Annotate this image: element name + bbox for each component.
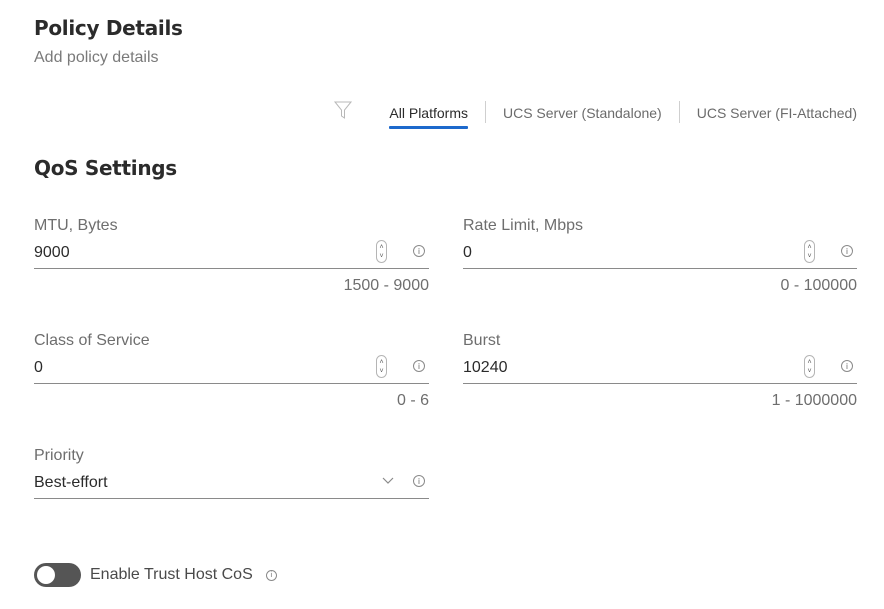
filter-icon[interactable] [332, 99, 354, 121]
info-glyph: i [417, 476, 421, 486]
burst-stepper[interactable]: ˄ ˅ [804, 355, 815, 378]
stepper-down-icon[interactable]: ˅ [379, 252, 383, 261]
trust-host-cos-toggle[interactable] [34, 563, 81, 587]
stepper-down-icon[interactable]: ˅ [807, 252, 811, 261]
info-icon[interactable]: i [413, 360, 425, 372]
stepper-up-icon[interactable]: ˄ [807, 243, 811, 252]
burst-range: 1 - 1000000 [771, 392, 857, 409]
section-title: QoS Settings [34, 156, 177, 180]
class-of-service-field: Class of Service ˄ ˅ i 0 - 6 [34, 331, 429, 410]
stepper-down-icon[interactable]: ˅ [807, 367, 811, 376]
mtu-field: MTU, Bytes ˄ ˅ i 1500 - 9000 [34, 216, 429, 295]
tab-divider [678, 101, 680, 123]
stepper-up-icon[interactable]: ˄ [379, 358, 383, 367]
burst-field: Burst ˄ ˅ i 1 - 1000000 [463, 331, 857, 410]
info-icon[interactable]: i [265, 569, 277, 581]
tab-divider [484, 101, 486, 123]
info-glyph: i [845, 361, 849, 371]
trust-host-cos-row: Enable Trust Host CoS i [34, 563, 277, 587]
tab-ucs-server-fi-attached[interactable]: UCS Server (FI-Attached) [697, 99, 857, 129]
class-of-service-range: 0 - 6 [396, 392, 429, 409]
info-icon[interactable]: i [413, 245, 425, 257]
class-of-service-input[interactable] [34, 359, 334, 377]
priority-field: Priority Best-effort i [34, 446, 429, 499]
mtu-range: 1500 - 9000 [343, 277, 429, 294]
priority-value[interactable]: Best-effort [34, 474, 334, 492]
rate-limit-label: Rate Limit, Mbps [463, 217, 584, 234]
rate-limit-stepper[interactable]: ˄ ˅ [804, 240, 815, 263]
rate-limit-field: Rate Limit, Mbps ˄ ˅ i 0 - 100000 [463, 216, 857, 295]
info-icon[interactable]: i [841, 245, 853, 257]
stepper-up-icon[interactable]: ˄ [807, 358, 811, 367]
trust-host-cos-label: Enable Trust Host CoS [90, 566, 253, 583]
rate-limit-range: 0 - 100000 [780, 277, 857, 294]
page-title: Policy Details [34, 16, 183, 40]
tab-ucs-server-standalone[interactable]: UCS Server (Standalone) [503, 99, 662, 129]
burst-label: Burst [463, 332, 501, 349]
info-glyph: i [270, 571, 273, 579]
mtu-stepper[interactable]: ˄ ˅ [376, 240, 387, 263]
toggle-knob [37, 566, 55, 584]
info-glyph: i [845, 246, 849, 256]
platform-tabs: All Platforms UCS Server (Standalone) UC… [334, 99, 857, 129]
chevron-down-icon[interactable] [381, 473, 395, 487]
mtu-input[interactable] [34, 244, 334, 262]
class-of-service-stepper[interactable]: ˄ ˅ [376, 355, 387, 378]
info-glyph: i [417, 361, 421, 371]
stepper-down-icon[interactable]: ˅ [379, 367, 383, 376]
info-icon[interactable]: i [841, 360, 853, 372]
priority-label: Priority [34, 447, 84, 464]
info-glyph: i [417, 246, 421, 256]
rate-limit-input[interactable] [463, 244, 763, 262]
page-subtitle: Add policy details [34, 49, 159, 66]
info-icon[interactable]: i [413, 475, 425, 487]
burst-input[interactable] [463, 359, 763, 377]
mtu-label: MTU, Bytes [34, 217, 118, 234]
stepper-up-icon[interactable]: ˄ [379, 243, 383, 252]
tab-all-platforms[interactable]: All Platforms [389, 99, 468, 129]
priority-select[interactable]: Best-effort i [34, 470, 429, 499]
class-of-service-label: Class of Service [34, 332, 150, 349]
